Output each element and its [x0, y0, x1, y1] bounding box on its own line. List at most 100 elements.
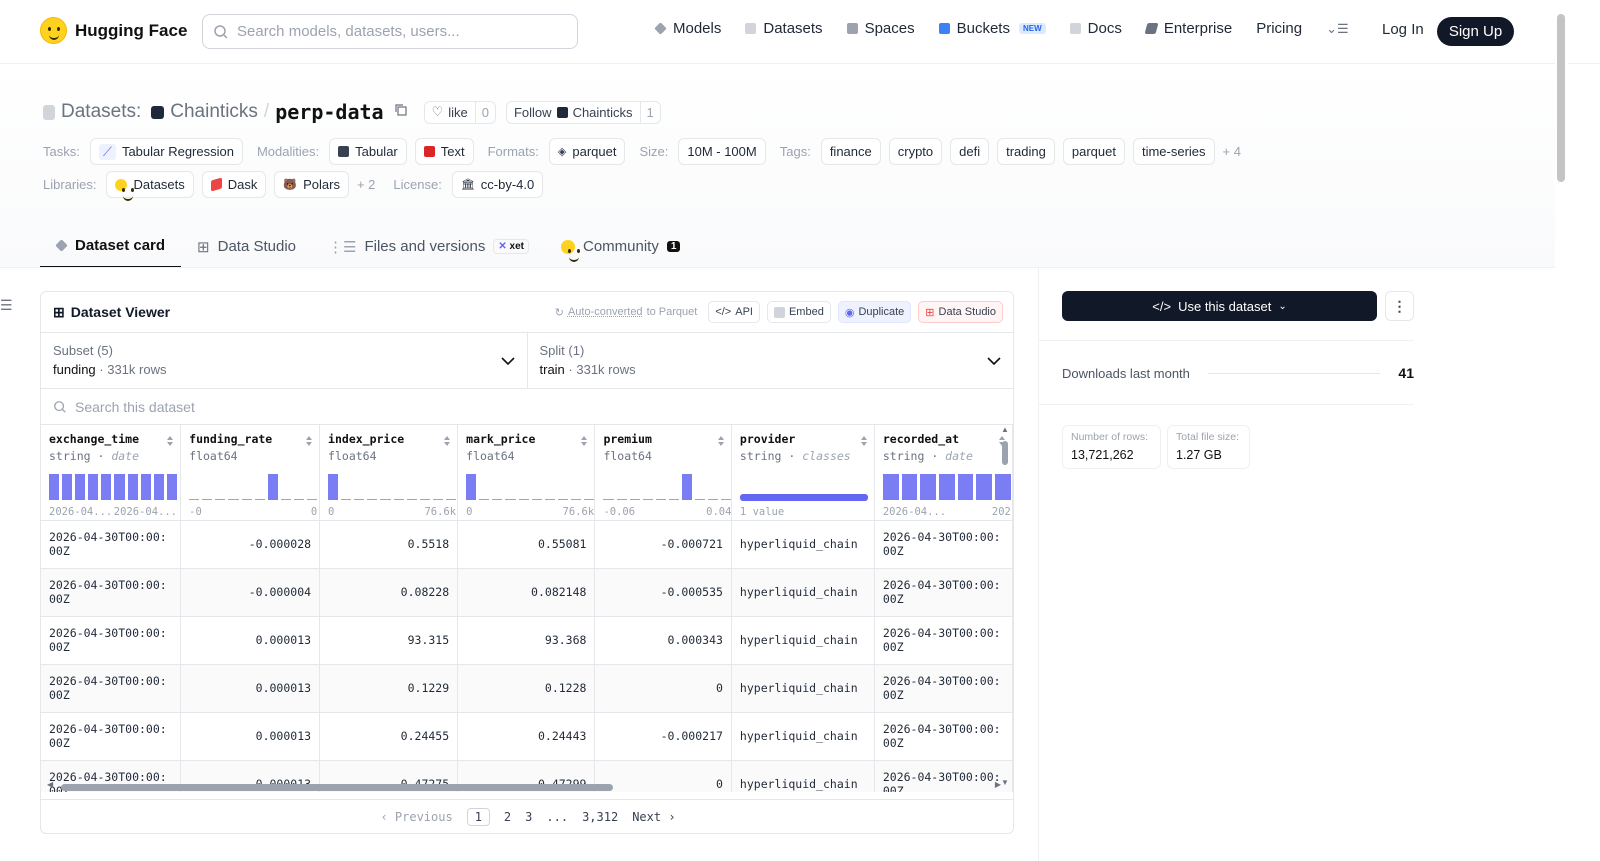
tab-files-and-versions[interactable]: ⋮☰ Files and versions ✕ xet: [312, 225, 545, 268]
histogram-bar[interactable]: [432, 499, 443, 500]
histogram-bar[interactable]: [101, 474, 112, 500]
table-cell[interactable]: -0.000721: [594, 520, 732, 569]
signup-button[interactable]: Sign Up: [1437, 17, 1514, 46]
histogram-bar[interactable]: [127, 474, 138, 500]
datasets-prefix[interactable]: Datasets:: [61, 101, 141, 123]
table-cell[interactable]: 0.000343: [594, 616, 732, 665]
library-tag[interactable]: 🐻 Polars: [274, 171, 349, 198]
license-tag[interactable]: 🏛 cc-by-4.0: [451, 171, 544, 198]
table-cell[interactable]: hyperliquid_chain: [731, 616, 875, 665]
sort-icon[interactable]: [860, 435, 868, 447]
table-cell[interactable]: 93.368: [457, 616, 596, 665]
nav-pricing[interactable]: Pricing: [1256, 20, 1302, 37]
table-cell[interactable]: 0.5518: [319, 520, 459, 569]
nav-docs[interactable]: Docs: [1069, 20, 1122, 37]
follow-button[interactable]: Follow Chainticks 1: [505, 100, 661, 124]
table-cell[interactable]: 0.24443: [457, 712, 596, 761]
table-cell[interactable]: 2026-04-30T00:00:00Z: [874, 568, 1013, 617]
page-button[interactable]: 2: [504, 810, 511, 824]
histogram-bar[interactable]: [557, 499, 568, 500]
vertical-scroll-thumb[interactable]: [1002, 441, 1008, 465]
table-cell[interactable]: 0.082148: [457, 568, 596, 617]
histogram-bar[interactable]: [228, 499, 239, 500]
table-cell[interactable]: 0: [594, 664, 732, 713]
histogram-bar[interactable]: [583, 499, 595, 500]
column-header[interactable]: mark_price float64 0 76.6k: [457, 425, 596, 521]
sort-icon[interactable]: [717, 435, 725, 447]
table-cell[interactable]: 2026-04-30T00:00:00Z: [874, 616, 1013, 665]
scroll-down-icon[interactable]: ▼: [1001, 778, 1009, 787]
nav-datasets[interactable]: Datasets: [745, 20, 823, 37]
histogram-bar[interactable]: [140, 474, 151, 500]
column-header[interactable]: premium float64 -0.06 0.04: [594, 425, 732, 521]
table-cell[interactable]: -0.000217: [594, 712, 732, 761]
like-button[interactable]: ♡ like 0: [423, 100, 496, 124]
histogram-bar[interactable]: [882, 474, 899, 500]
histogram-bar[interactable]: [682, 474, 693, 500]
histogram-bar[interactable]: [616, 499, 627, 500]
tag-chip[interactable]: parquet: [1062, 138, 1125, 165]
table-row[interactable]: 2026-04-30T00:00:00Z -0.000004 0.08228 0.08…: [41, 568, 1013, 617]
tag-chip[interactable]: finance: [820, 138, 881, 165]
table-cell[interactable]: 93.315: [319, 616, 459, 665]
horizontal-scrollbar[interactable]: ◀ ▶: [47, 780, 1001, 792]
table-cell[interactable]: 0.000013: [180, 616, 321, 665]
nav-enterprise[interactable]: Enterprise: [1144, 20, 1232, 37]
histogram-bar[interactable]: [354, 499, 365, 500]
histogram-bar[interactable]: [920, 474, 936, 500]
table-cell[interactable]: 0.1228: [457, 664, 596, 713]
histogram-bar[interactable]: [708, 499, 719, 500]
histogram-bar[interactable]: [518, 499, 529, 500]
auto-converted-link[interactable]: Auto-converted: [568, 306, 643, 318]
tag-chip[interactable]: crypto: [888, 138, 943, 165]
more-options-button[interactable]: ⋮: [1385, 291, 1414, 321]
histogram-bar[interactable]: [629, 499, 640, 500]
histogram-bar[interactable]: [75, 474, 86, 500]
table-cell[interactable]: 0.24455: [319, 712, 459, 761]
next-page-button[interactable]: Next ›: [632, 810, 675, 824]
libraries-more[interactable]: + 2: [357, 177, 375, 192]
column-header[interactable]: index_price float64 0 76.6k: [319, 425, 459, 521]
histogram-bar[interactable]: [62, 474, 73, 500]
tab-data-studio[interactable]: ⊞ Data Studio: [181, 225, 312, 268]
histogram-bar[interactable]: [406, 499, 417, 500]
table-cell[interactable]: 2026-04-30T00:00:00Z: [874, 664, 1013, 713]
histogram-bar[interactable]: [479, 499, 490, 500]
use-this-dataset-button[interactable]: </> Use this dataset ⌄: [1062, 291, 1377, 321]
table-cell[interactable]: hyperliquid_chain: [731, 664, 875, 713]
table-cell[interactable]: hyperliquid_chain: [731, 712, 875, 761]
size-tag[interactable]: 10M - 100M: [678, 138, 766, 165]
modality-tag[interactable]: Tabular: [329, 138, 407, 165]
page-button[interactable]: 1: [466, 807, 490, 826]
histogram-bar[interactable]: [531, 499, 542, 500]
histogram-bar[interactable]: [570, 499, 581, 500]
table-cell[interactable]: -0.000004: [180, 568, 321, 617]
copy-icon[interactable]: [394, 101, 408, 123]
table-cell[interactable]: 0.55081: [457, 520, 596, 569]
scroll-up-icon[interactable]: ▲: [1001, 425, 1009, 434]
table-cell[interactable]: 0.000013: [180, 664, 321, 713]
histogram-bar[interactable]: [393, 499, 404, 500]
embed-button[interactable]: Embed: [766, 301, 831, 323]
tab-dataset-card[interactable]: Dataset card: [40, 225, 182, 268]
subset-select[interactable]: Subset (5) funding · 331k rows: [41, 333, 527, 388]
table-row[interactable]: 2026-04-30T00:00:00Z 0.000013 0.1229 0.1228…: [41, 664, 1013, 713]
task-tag[interactable]: ⟋ Tabular Regression: [89, 138, 243, 165]
histogram-bar[interactable]: [939, 474, 955, 500]
format-tag[interactable]: ◈ parquet: [548, 138, 626, 165]
histogram-bar[interactable]: [88, 474, 99, 500]
tag-chip[interactable]: time-series: [1132, 138, 1215, 165]
nav-more-menu[interactable]: ⌄☰: [1326, 21, 1349, 37]
histogram-bar[interactable]: [328, 474, 339, 500]
login-link[interactable]: Log In: [1382, 21, 1424, 38]
table-row[interactable]: 2026-04-30T00:00:00Z -0.000028 0.5518 0.550…: [41, 520, 1013, 569]
api-button[interactable]: </> API: [708, 301, 760, 323]
histogram-bar[interactable]: [445, 499, 456, 500]
table-cell[interactable]: 2026-04-30T00:00:00Z: [874, 520, 1013, 569]
dataset-name[interactable]: perp-data: [275, 100, 383, 124]
table-cell[interactable]: 2026-04-30T00:00:00Z: [41, 520, 182, 569]
page-button[interactable]: 3,312: [582, 810, 618, 824]
histogram-bar[interactable]: [668, 499, 679, 500]
histogram-bar[interactable]: [153, 474, 164, 500]
sidebar-toggle-icon[interactable]: ☰: [0, 297, 13, 314]
